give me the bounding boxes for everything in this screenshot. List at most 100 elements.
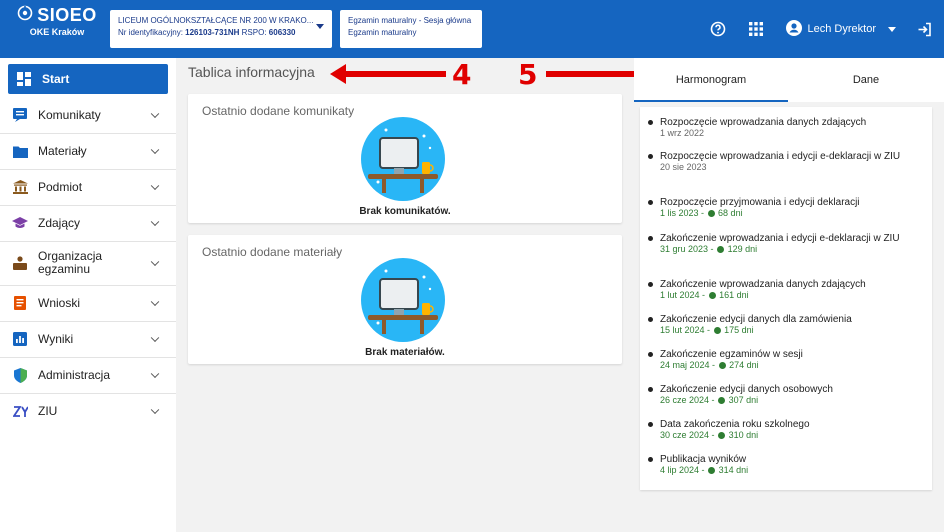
- exam-selector[interactable]: Egzamin maturalny - Sesja główna Egzamin…: [340, 10, 482, 48]
- annotation-arrow-4-line: [344, 71, 446, 77]
- bullet-icon: [648, 352, 653, 357]
- chevron-down-icon: [150, 297, 160, 307]
- chevron-down-icon: [888, 26, 896, 32]
- user-name: Lech Dyrektor: [807, 23, 876, 35]
- annotation-number-5: 5: [518, 58, 538, 91]
- event-date: 1 lis 2023 - 68 dni: [660, 208, 743, 218]
- event-title: Data zakończenia roku szkolnego: [660, 419, 810, 430]
- sidebar-item-ziu[interactable]: ZIU: [0, 394, 176, 428]
- sidebar-item-zdajacy[interactable]: Zdający: [0, 206, 176, 240]
- bullet-icon: [648, 120, 653, 125]
- graduation-cap-icon: [12, 215, 28, 231]
- school-selector[interactable]: LICEUM OGÓLNOKSZTAŁCĄCE NR 200 W KRAKO..…: [110, 10, 332, 48]
- top-bar: SIOEO OKE Kraków LICEUM OGÓLNOKSZTAŁCĄCE…: [0, 0, 944, 58]
- timer-icon: [708, 467, 716, 474]
- chevron-down-icon: [150, 145, 160, 155]
- bullet-icon: [648, 236, 653, 241]
- sidebar-item-materialy[interactable]: Materiały: [0, 134, 176, 168]
- logout-icon[interactable]: [916, 21, 932, 37]
- organization-icon: [12, 255, 28, 271]
- page-title: Tablica informacyjna: [188, 64, 315, 80]
- event-date: 1 lut 2024 - 161 dni: [660, 290, 749, 300]
- event-date: 20 sie 2023: [660, 162, 707, 172]
- sidebar: Start Komunikaty Materiały Podmiot Zdają…: [0, 58, 176, 532]
- sidebar-item-organizacja-egzaminu[interactable]: Organizacja egzaminu: [0, 242, 176, 284]
- shield-icon: [12, 367, 28, 383]
- timer-icon: [718, 362, 726, 369]
- recent-materials-card: Ostatnio dodane materiały Brak materiałó…: [188, 235, 622, 364]
- card-title: Ostatnio dodane materiały: [202, 245, 343, 259]
- sidebar-item-label: Wyniki: [38, 332, 74, 346]
- ziu-icon: [12, 403, 28, 419]
- exam-session: Egzamin maturalny - Sesja główna: [348, 16, 472, 25]
- event-date: 15 lut 2024 - 175 dni: [660, 325, 754, 335]
- tab-harmonogram[interactable]: Harmonogram: [634, 58, 788, 102]
- bullet-icon: [648, 457, 653, 462]
- event-date: 1 wrz 2022: [660, 128, 705, 138]
- sidebar-item-wyniki[interactable]: Wyniki: [0, 322, 176, 356]
- event-date: 26 cze 2024 - 307 dni: [660, 395, 759, 405]
- timer-icon: [718, 397, 726, 404]
- chevron-down-icon: [150, 217, 160, 227]
- list-item: Data zakończenia roku szkolnego 30 cze 2…: [648, 419, 918, 441]
- event-title: Rozpoczęcie przyjmowania i edycji deklar…: [660, 197, 860, 208]
- bullet-icon: [648, 387, 653, 392]
- bullet-icon: [648, 200, 653, 205]
- list-item: Zakończenie wprowadzania danych zdającyc…: [648, 279, 918, 301]
- help-circle-icon[interactable]: [710, 21, 726, 37]
- event-title: Zakończenie wprowadzania i edycji e-dekl…: [660, 233, 900, 244]
- sidebar-item-administracja[interactable]: Administracja: [0, 358, 176, 392]
- event-date: 31 gru 2023 - 129 dni: [660, 244, 758, 254]
- annotation-number-4: 4: [452, 58, 472, 91]
- chart-icon: [12, 331, 28, 347]
- sidebar-item-podmiot[interactable]: Podmiot: [0, 170, 176, 204]
- list-item: Zakończenie edycji danych dla zamówienia…: [648, 314, 918, 336]
- document-icon: [12, 295, 28, 311]
- folder-icon: [12, 143, 28, 159]
- institution-icon: [12, 179, 28, 195]
- dashboard-icon: [16, 71, 32, 87]
- event-date: 30 cze 2024 - 310 dni: [660, 430, 759, 440]
- sidebar-item-komunikaty[interactable]: Komunikaty: [0, 98, 176, 132]
- bullet-icon: [648, 317, 653, 322]
- list-item: Zakończenie edycji danych osobowych 26 c…: [648, 384, 918, 406]
- event-title: Rozpoczęcie wprowadzania i edycji e-dekl…: [660, 151, 901, 162]
- sidebar-item-label: Wnioski: [38, 296, 81, 310]
- apps-grid-icon[interactable]: [748, 21, 764, 37]
- user-menu[interactable]: Lech Dyrektor: [785, 19, 896, 39]
- timer-icon: [713, 327, 721, 334]
- logo-subtitle: OKE Kraków: [29, 27, 85, 37]
- list-item: Rozpoczęcie wprowadzania danych zdającyc…: [648, 117, 918, 139]
- event-title: Zakończenie edycji danych osobowych: [660, 384, 833, 395]
- sidebar-item-label: Administracja: [38, 368, 111, 382]
- bullet-icon: [648, 154, 653, 159]
- empty-state-text: Brak komunikatów.: [359, 206, 451, 217]
- chevron-down-icon: [150, 257, 160, 267]
- timer-icon: [717, 246, 725, 253]
- school-ids: Nr identyfikacyjny: 126103-731NH RSPO: 6…: [118, 28, 296, 37]
- chevron-down-icon: [150, 333, 160, 343]
- card-title: Ostatnio dodane komunikaty: [202, 104, 355, 118]
- sidebar-item-label: Materiały: [38, 144, 87, 158]
- list-item: Publikacja wyników 4 lip 2024 - 314 dni: [648, 454, 918, 476]
- school-name: LICEUM OGÓLNOKSZTAŁCĄCE NR 200 W KRAKO..…: [118, 16, 314, 25]
- tab-dane[interactable]: Dane: [788, 58, 944, 102]
- app-logo[interactable]: SIOEO OKE Kraków: [12, 5, 102, 37]
- event-title: Zakończenie wprowadzania danych zdającyc…: [660, 279, 866, 290]
- chevron-down-icon: [150, 181, 160, 191]
- sidebar-item-label: Podmiot: [38, 180, 83, 194]
- sidebar-item-label: Organizacja egzaminu: [38, 249, 103, 276]
- logo-title: SIOEO: [37, 5, 97, 25]
- event-title: Zakończenie edycji danych dla zamówienia: [660, 314, 852, 325]
- list-item: Rozpoczęcie przyjmowania i edycji deklar…: [648, 197, 918, 219]
- bullet-icon: [648, 422, 653, 427]
- sidebar-item-start[interactable]: Start: [8, 64, 168, 94]
- sidebar-item-wnioski[interactable]: Wnioski: [0, 286, 176, 320]
- chevron-down-icon: [150, 405, 160, 415]
- sidebar-item-label: Komunikaty: [38, 108, 101, 122]
- empty-state-text: Brak materiałów.: [365, 347, 445, 358]
- sidebar-item-label: Start: [42, 72, 70, 86]
- list-item: Rozpoczęcie wprowadzania i edycji e-dekl…: [648, 151, 918, 173]
- message-icon: [12, 107, 28, 123]
- empty-desk-illustration: [360, 257, 446, 343]
